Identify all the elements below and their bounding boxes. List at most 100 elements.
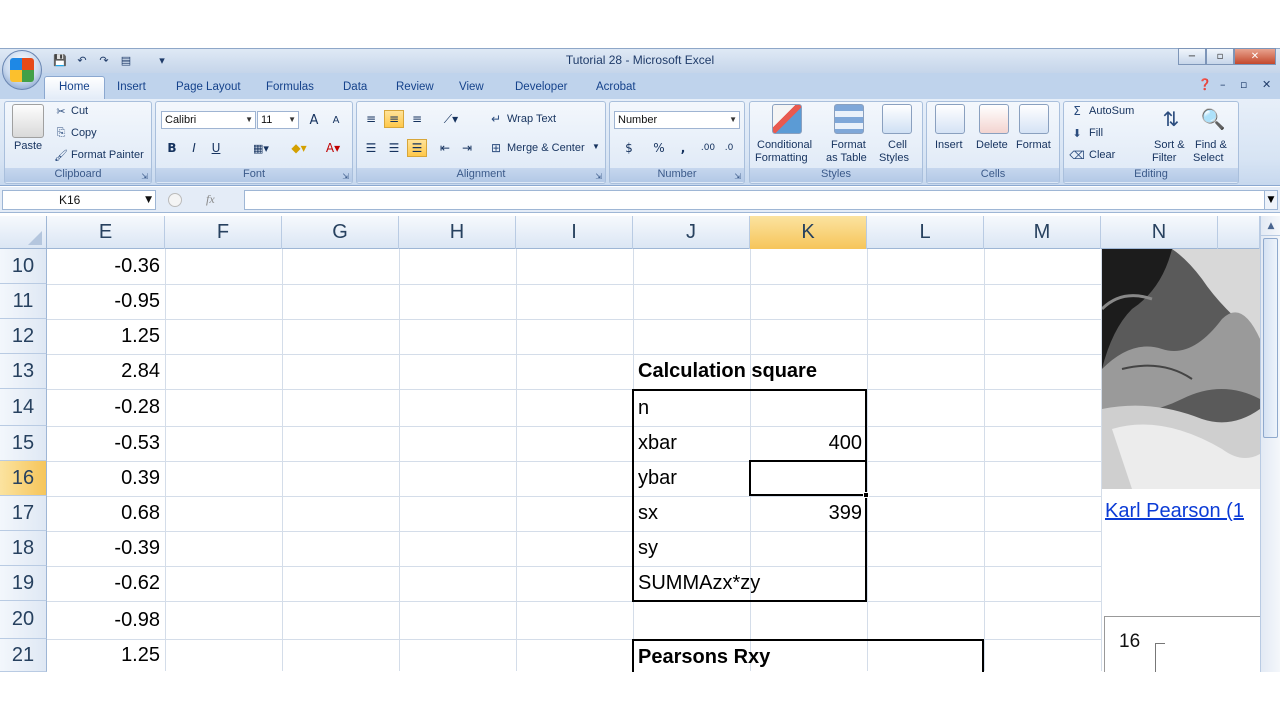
scroll-up-icon[interactable]: ▲ — [1261, 216, 1280, 236]
alignment-launcher-icon[interactable]: ⇲ — [595, 172, 602, 181]
tab-formulas[interactable]: Formulas — [266, 78, 314, 98]
column-header-g[interactable]: G — [282, 216, 399, 249]
row-header[interactable]: 14 — [0, 389, 47, 426]
cell-e19[interactable]: -0.62 — [47, 566, 165, 601]
borders-icon[interactable]: ▦▾ — [246, 139, 276, 157]
number-format-select[interactable]: Number ▼ — [614, 111, 740, 129]
cell-e12[interactable]: 1.25 — [47, 319, 165, 354]
align-center-icon[interactable]: ☰ — [384, 139, 404, 157]
tab-data[interactable]: Data — [343, 78, 367, 98]
pearson-heading[interactable]: Pearsons Rxy — [633, 641, 873, 674]
cell-e11[interactable]: -0.95 — [47, 284, 165, 319]
autosum-button[interactable]: AutoSum — [1089, 105, 1134, 117]
row-header[interactable]: 21 — [0, 639, 47, 672]
select-all-button[interactable] — [0, 216, 47, 249]
orientation-icon[interactable]: ⟋▾ — [437, 110, 465, 128]
calc-label-sx[interactable]: sx — [633, 496, 750, 531]
grow-font-button[interactable]: A — [304, 111, 324, 129]
cell-e14[interactable]: -0.28 — [47, 389, 165, 426]
fill-color-icon[interactable]: ◆▾ — [283, 139, 315, 157]
shrink-font-button[interactable]: A — [326, 111, 346, 129]
cell-e15[interactable]: -0.53 — [47, 426, 165, 461]
insert-function-button[interactable]: fx — [162, 190, 242, 210]
row-header[interactable]: 10 — [0, 249, 47, 284]
format-as-table-line1[interactable]: Format — [831, 139, 866, 151]
clear-button[interactable]: Clear — [1089, 149, 1115, 161]
column-header-o[interactable] — [1218, 216, 1260, 249]
align-right-icon[interactable]: ☰ — [407, 139, 427, 157]
copy-button[interactable]: Copy — [71, 127, 97, 139]
bold-button[interactable]: B — [162, 139, 182, 157]
column-header-m[interactable]: M — [984, 216, 1101, 249]
row-header[interactable]: 13 — [0, 354, 47, 389]
row-header[interactable]: 16 — [0, 461, 47, 496]
increase-decimal-icon[interactable]: .00 — [698, 139, 718, 157]
column-header-f[interactable]: F — [165, 216, 282, 249]
cell-e10[interactable]: -0.36 — [47, 249, 165, 284]
align-bottom-icon[interactable]: ≡ — [407, 110, 427, 128]
font-name-select[interactable]: Calibri ▼ — [161, 111, 256, 129]
format-as-table-line2[interactable]: as Table — [826, 152, 867, 164]
wrap-text-button[interactable]: Wrap Text — [507, 113, 556, 125]
row-header[interactable]: 15 — [0, 426, 47, 461]
minimize-button[interactable]: − — [1178, 48, 1206, 65]
row-header[interactable]: 11 — [0, 284, 47, 319]
insert-cells-button[interactable]: Insert — [935, 139, 963, 151]
currency-button[interactable]: $ — [616, 139, 642, 157]
calc-label-n[interactable]: n — [633, 391, 750, 426]
conditional-formatting-line2[interactable]: Formatting — [755, 152, 808, 164]
calc-value-n[interactable] — [750, 391, 867, 426]
cell-e18[interactable]: -0.39 — [47, 531, 165, 566]
column-header-i[interactable]: I — [516, 216, 633, 249]
cell-styles-line1[interactable]: Cell — [888, 139, 907, 151]
clipboard-launcher-icon[interactable]: ⇲ — [141, 172, 148, 181]
calc-label-summa[interactable]: SUMMAzx*zy — [633, 566, 867, 601]
paste-icon[interactable] — [12, 104, 44, 138]
find-select-line2[interactable]: Select — [1193, 152, 1224, 164]
column-header-l[interactable]: L — [867, 216, 984, 249]
font-color-icon[interactable]: A▾ — [318, 139, 348, 157]
maximize-button[interactable]: ▫ — [1206, 48, 1234, 65]
doc-restore-icon[interactable]: ▫ — [1240, 78, 1247, 91]
karl-pearson-photo[interactable] — [1102, 249, 1260, 489]
cell-e21[interactable]: 1.25 — [47, 639, 165, 672]
sort-filter-line2[interactable]: Filter — [1152, 152, 1176, 164]
fill-button[interactable]: Fill — [1089, 127, 1103, 139]
format-cells-button[interactable]: Format — [1016, 139, 1051, 151]
calc-value-sx[interactable]: 399 — [750, 496, 867, 531]
increase-indent-icon[interactable]: ⇥ — [457, 139, 477, 157]
cell-e13[interactable]: 2.84 — [47, 354, 165, 389]
conditional-formatting-line1[interactable]: Conditional — [757, 139, 812, 151]
calc-label-sy[interactable]: sy — [633, 531, 750, 566]
underline-button[interactable]: U — [206, 139, 226, 157]
column-header-j[interactable]: J — [633, 216, 750, 249]
align-middle-icon[interactable]: ≡ — [384, 110, 404, 128]
cell-e20[interactable]: -0.98 — [47, 601, 165, 639]
delete-cells-button[interactable]: Delete — [976, 139, 1008, 151]
fill-handle[interactable] — [863, 492, 869, 498]
tab-insert[interactable]: Insert — [117, 78, 146, 98]
vertical-scrollbar[interactable]: ▲ — [1260, 216, 1280, 672]
font-launcher-icon[interactable]: ⇲ — [342, 172, 349, 181]
column-header-n[interactable]: N — [1101, 216, 1218, 249]
formula-input[interactable] — [244, 190, 1266, 210]
decrease-indent-icon[interactable]: ⇤ — [435, 139, 455, 157]
tab-view[interactable]: View — [459, 78, 484, 98]
active-cell-k16[interactable] — [749, 460, 869, 498]
cell-e17[interactable]: 0.68 — [47, 496, 165, 531]
column-header-h[interactable]: H — [399, 216, 516, 249]
row-header[interactable]: 18 — [0, 531, 47, 566]
comma-button[interactable]: , — [673, 139, 693, 157]
tab-home[interactable]: Home — [44, 76, 105, 99]
doc-close-icon[interactable]: ✕ — [1262, 78, 1271, 91]
paste-button[interactable]: Paste — [14, 140, 42, 152]
align-top-icon[interactable]: ≡ — [361, 110, 381, 128]
tab-developer[interactable]: Developer — [515, 78, 567, 98]
cell-e16[interactable]: 0.39 — [47, 461, 165, 496]
tab-acrobat[interactable]: Acrobat — [596, 78, 636, 98]
cell-styles-line2[interactable]: Styles — [879, 152, 909, 164]
row-header[interactable]: 19 — [0, 566, 47, 601]
cut-button[interactable]: Cut — [71, 105, 88, 117]
find-select-line1[interactable]: Find & — [1195, 139, 1227, 151]
expand-formula-bar-icon[interactable]: ▼ — [1264, 190, 1278, 210]
